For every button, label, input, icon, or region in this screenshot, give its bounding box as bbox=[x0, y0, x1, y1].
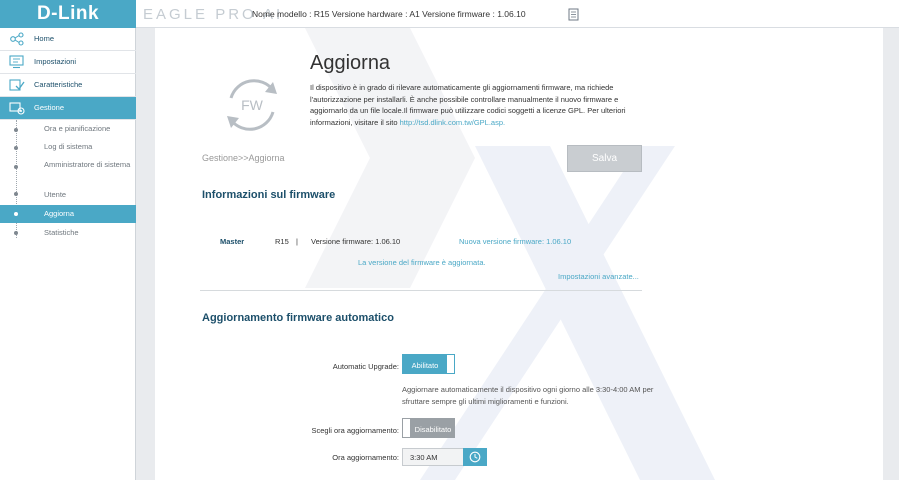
bullet-dot bbox=[14, 146, 18, 150]
page-description: Il dispositivo è in grado di rilevare au… bbox=[310, 82, 650, 128]
sidebar-subitem-label: Utente bbox=[44, 190, 67, 199]
page-title: Aggiorna bbox=[310, 52, 391, 74]
main-panel: FW Aggiorna Il dispositivo è in grado di… bbox=[155, 28, 883, 480]
fw-separator: | bbox=[296, 237, 298, 246]
bullet-dot bbox=[14, 212, 18, 216]
breadcrumb: Gestione>>Aggiorna bbox=[202, 153, 285, 163]
toggle-knob bbox=[446, 355, 454, 373]
document-icon[interactable] bbox=[568, 8, 579, 21]
choose-time-label: Scegli ora aggiornamento: bbox=[311, 426, 399, 435]
sidebar-subitem-log[interactable]: Log di sistema bbox=[0, 139, 136, 157]
settings-monitor-icon bbox=[9, 55, 24, 69]
bullet-dot bbox=[14, 231, 18, 235]
fw-logo-text: FW bbox=[241, 97, 264, 113]
bullet-dot bbox=[14, 165, 18, 169]
sidebar-subitem-label: Statistiche bbox=[44, 228, 79, 237]
choose-time-toggle[interactable]: Disabilitato bbox=[402, 418, 455, 438]
sidebar-item-gestione[interactable]: Gestione bbox=[0, 97, 136, 120]
section-divider bbox=[200, 290, 642, 291]
clock-icon bbox=[469, 451, 481, 463]
sidebar-subitem-label: Amministratore di sistema bbox=[44, 160, 131, 169]
sidebar-subitem-statistiche[interactable]: Statistiche bbox=[0, 224, 136, 242]
fw-current-version: Versione firmware: 1.06.10 bbox=[311, 237, 401, 246]
upgrade-time-label: Ora aggiornamento: bbox=[332, 453, 399, 462]
auto-upgrade-label: Automatic Upgrade: bbox=[332, 362, 399, 371]
sidebar: Home Impostazioni Caratteristiche Gestio… bbox=[0, 28, 136, 480]
gpl-link[interactable]: http://tsd.dlink.com.tw/GPL.asp. bbox=[400, 118, 505, 127]
model-info: Nome modello : R15 Versione hardware : A… bbox=[252, 9, 526, 19]
toggle-knob bbox=[403, 419, 411, 437]
sidebar-subitem-admin[interactable]: Amministratore di sistema bbox=[0, 157, 136, 185]
fw-model: R15 bbox=[275, 237, 289, 246]
sidebar-subitem-label: Ora e pianificazione bbox=[44, 124, 111, 133]
bullet-dot bbox=[14, 128, 18, 132]
sidebar-subitem-aggiorna[interactable]: Aggiorna bbox=[0, 205, 136, 223]
management-gear-icon bbox=[9, 102, 25, 115]
sidebar-item-home[interactable]: Home bbox=[0, 28, 136, 51]
fw-new-version: Nuova versione firmware: 1.06.10 bbox=[459, 237, 572, 246]
features-check-icon bbox=[9, 79, 25, 91]
clock-picker-button[interactable] bbox=[463, 448, 487, 466]
sidebar-subitem-label: Aggiorna bbox=[44, 209, 75, 218]
fw-role: Master bbox=[220, 237, 245, 246]
sidebar-item-label: Gestione bbox=[34, 103, 65, 112]
firmware-update-icon: FW bbox=[227, 79, 277, 131]
firmware-status: La versione del firmware è aggiornata. bbox=[358, 258, 486, 267]
sidebar-subitem-label: Log di sistema bbox=[44, 142, 93, 151]
sidebar-item-label: Impostazioni bbox=[34, 57, 77, 66]
dlink-logo: D-Link bbox=[0, 0, 136, 28]
auto-update-title: Aggiornamento firmware automatico bbox=[202, 312, 394, 324]
auto-upgrade-description: Aggiornare automaticamente il dispositiv… bbox=[402, 385, 654, 406]
sidebar-item-label: Home bbox=[34, 34, 55, 43]
advanced-settings-link[interactable]: Impostazioni avanzate... bbox=[558, 272, 639, 281]
sidebar-subitem-utente[interactable]: Utente bbox=[0, 185, 136, 204]
top-bar: D-Link EAGLE PRO AI Nome modello : R15 V… bbox=[0, 0, 899, 28]
toggle-state-label: Disabilitato bbox=[414, 424, 452, 434]
upgrade-time-input[interactable]: 3:30 AM bbox=[402, 448, 464, 466]
auto-upgrade-toggle[interactable]: Abilitato bbox=[402, 354, 455, 374]
sidebar-subitem-ora[interactable]: Ora e pianificazione bbox=[0, 121, 136, 139]
sidebar-item-label: Caratteristiche bbox=[34, 80, 83, 89]
save-button[interactable]: Salva bbox=[567, 145, 642, 172]
home-network-icon bbox=[10, 32, 24, 46]
logo-text: D-Link bbox=[36, 3, 100, 24]
toggle-state-label: Abilitato bbox=[411, 360, 439, 370]
firmware-info-title: Informazioni sul firmware bbox=[202, 189, 336, 201]
firmware-row: Master R15 | Versione firmware: 1.06.10 … bbox=[155, 237, 883, 249]
sidebar-item-caratteristiche[interactable]: Caratteristiche bbox=[0, 74, 136, 97]
bullet-dot bbox=[14, 192, 18, 196]
sidebar-item-impostazioni[interactable]: Impostazioni bbox=[0, 51, 136, 74]
